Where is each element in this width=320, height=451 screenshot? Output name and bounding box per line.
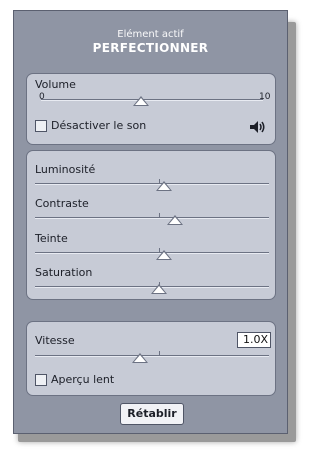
speed-group: Vitesse 1.0X Aperçu lent — [26, 321, 276, 396]
speed-slider-track[interactable] — [35, 355, 269, 357]
volume-label: Volume — [35, 78, 76, 91]
speed-center-tick — [159, 351, 160, 355]
panel-header: Elément actif PERFECTIONNER — [14, 29, 287, 56]
speed-slider-thumb[interactable] — [132, 353, 149, 363]
speaker-icon[interactable] — [249, 120, 267, 134]
speed-value-field[interactable]: 1.0X — [237, 332, 271, 348]
volume-slider-track[interactable] — [41, 99, 263, 101]
panel-title: PERFECTIONNER — [92, 41, 209, 55]
contrast-center-tick — [159, 213, 160, 217]
brightness-label: Luminosité — [35, 163, 96, 176]
brightness-slider-thumb[interactable] — [155, 181, 172, 191]
speed-label: Vitesse — [35, 334, 75, 347]
hue-slider-thumb[interactable] — [155, 250, 172, 260]
saturation-slider-thumb[interactable] — [151, 284, 168, 294]
saturation-label: Saturation — [35, 266, 93, 279]
hue-label: Teinte — [35, 232, 68, 245]
volume-slider-thumb[interactable] — [132, 96, 149, 106]
contrast-slider-thumb[interactable] — [167, 215, 184, 225]
hue-slider-track[interactable] — [35, 252, 269, 254]
volume-group: Volume 0 10 Désactiver le son — [26, 73, 276, 145]
reset-button[interactable]: Rétablir — [120, 403, 184, 425]
mute-label[interactable]: Désactiver le son — [51, 119, 146, 132]
contrast-label: Contraste — [35, 197, 89, 210]
slow-preview-label[interactable]: Aperçu lent — [51, 373, 114, 386]
mute-checkbox[interactable] — [35, 120, 47, 132]
slow-preview-checkbox[interactable] — [35, 374, 47, 386]
enhance-panel: Elément actif PERFECTIONNER Volume 0 10 … — [13, 10, 288, 434]
contrast-slider-track[interactable] — [35, 217, 269, 219]
brightness-slider-track[interactable] — [35, 183, 269, 185]
image-adjust-group: Luminosité Contraste Teinte Saturation — [26, 150, 276, 300]
panel-subtitle: Elément actif — [117, 29, 184, 40]
